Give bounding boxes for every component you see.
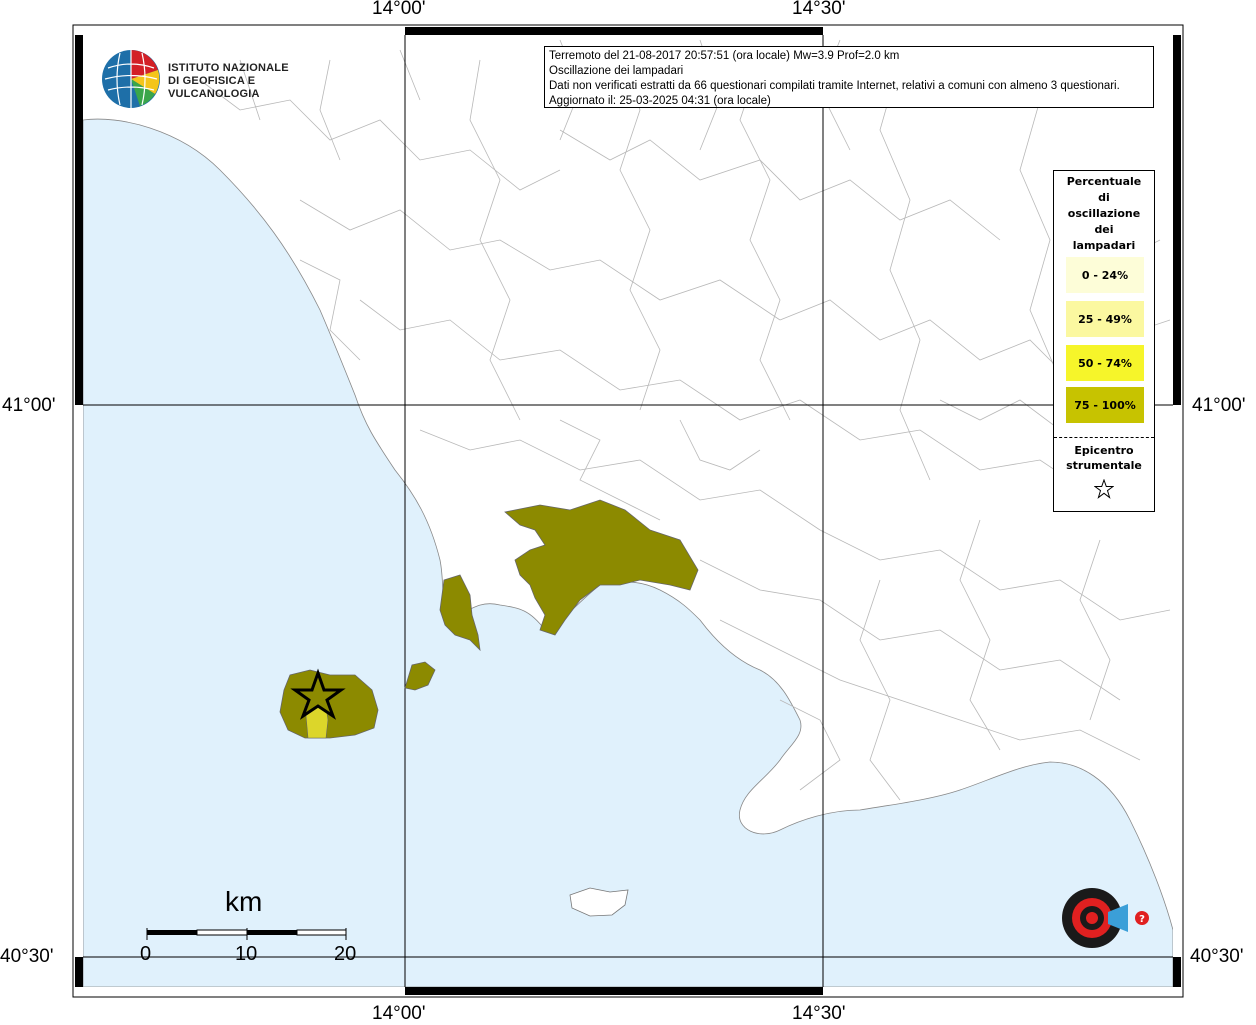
scale-unit: km	[225, 886, 263, 917]
coord-top-right: 14°30'	[792, 0, 846, 19]
ingv-name-line1: ISTITUTO NAZIONALE	[168, 62, 289, 74]
legend-title-line: di	[1098, 191, 1110, 204]
legend-star-icon	[1094, 479, 1114, 499]
event-subtitle: Oscillazione dei lampadari	[549, 65, 684, 77]
legend-class-0-24: 0 - 24%	[1066, 257, 1144, 293]
frame-bar-left-bottom	[75, 957, 83, 987]
legend-title-line: oscillazione	[1067, 207, 1141, 220]
frame-bar-bottom	[405, 987, 823, 995]
legend-title: Percentuale di oscillazione dei lampadar…	[1054, 174, 1154, 254]
svg-text:?: ?	[1139, 914, 1145, 925]
frame-bar-left-top	[75, 35, 83, 405]
legend-title-line: Percentuale	[1066, 175, 1142, 188]
ingv-logo: ISTITUTO NAZIONALE DI GEOFISICA E VULCAN…	[100, 48, 315, 110]
legend-epicenter-title: Epicentro strumentale	[1054, 443, 1154, 473]
frame-bar-top	[405, 27, 823, 35]
scale-tick-0: 0	[140, 943, 152, 965]
scale-tick-10: 10	[235, 943, 258, 965]
coord-right-mid: 41°00'	[1192, 395, 1246, 416]
legend-epicenter-line: Epicentro	[1074, 444, 1134, 457]
event-title: Terremoto del 21-08-2017 20:57:51 (ora l…	[549, 50, 900, 62]
legend-title-line: dei	[1094, 223, 1114, 236]
coord-right-bottom: 40°30'	[1190, 946, 1244, 967]
ingv-globe-icon	[102, 50, 160, 108]
scale-tick-20: 20	[334, 943, 357, 965]
hai-sentito-logo: ?	[1030, 860, 1165, 980]
coord-bottom-right: 14°30'	[792, 1003, 846, 1024]
coord-top-left: 14°00'	[372, 0, 426, 19]
legend-class-50-74: 50 - 74%	[1066, 345, 1144, 381]
coord-left-mid: 41°00'	[2, 395, 56, 416]
event-updated: Aggiornato il: 25-03-2025 04:31 (ora loc…	[549, 95, 771, 107]
legend-epicenter-line: strumentale	[1066, 459, 1142, 472]
event-info-box: Terremoto del 21-08-2017 20:57:51 (ora l…	[544, 46, 1154, 108]
legend-separator	[1054, 437, 1154, 438]
event-data-note: Dati non verificati estratti da 66 quest…	[549, 80, 1120, 92]
frame-bar-right-top	[1173, 35, 1181, 405]
legend-title-line: lampadari	[1072, 239, 1136, 252]
coord-left-bottom: 40°30'	[0, 946, 54, 967]
legend: Percentuale di oscillazione dei lampadar…	[1053, 170, 1155, 512]
ingv-name-line2: DI GEOFISICA E VULCANOLOGIA	[168, 75, 260, 100]
frame-bar-right-bottom	[1173, 957, 1181, 987]
hai-sentito-logo-icon: ?	[1062, 888, 1149, 948]
legend-class-75-100: 75 - 100%	[1066, 387, 1144, 423]
legend-class-25-49: 25 - 49%	[1066, 301, 1144, 337]
coord-bottom-left: 14°00'	[372, 1003, 426, 1024]
